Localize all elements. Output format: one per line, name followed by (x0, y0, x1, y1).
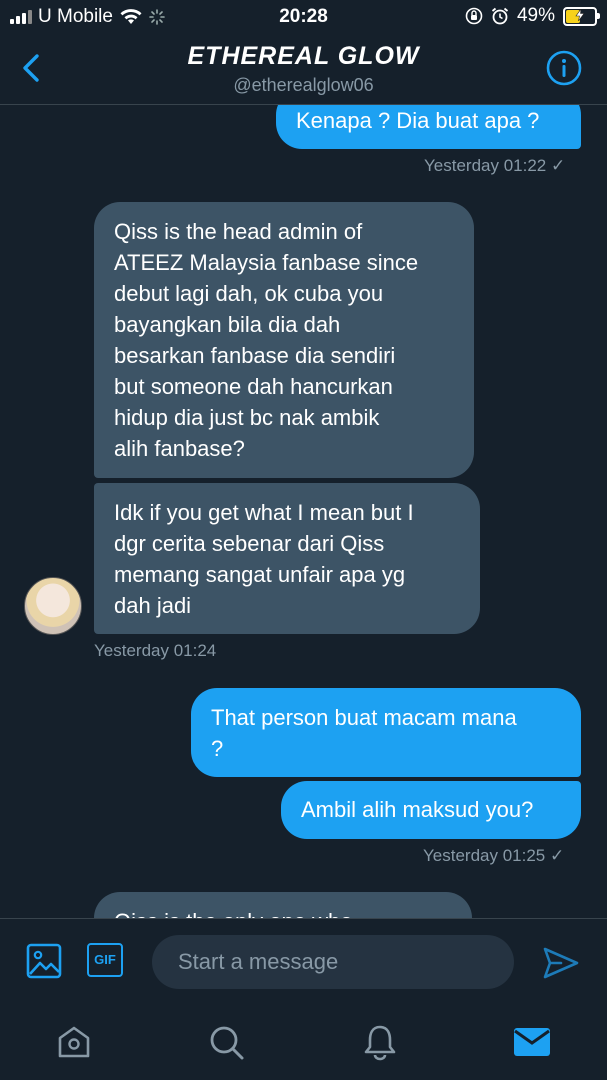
battery-charging-icon (563, 6, 600, 26)
bottom-tab-bar (0, 1008, 607, 1080)
status-bar: U Mobile 20:28 49% (0, 0, 607, 34)
message-line: dgr cerita sebenar dari Qiss (114, 531, 385, 556)
info-icon (546, 50, 582, 86)
conversation-title[interactable]: ETHEREAL GLOW (0, 42, 607, 71)
gif-label: GIF (94, 952, 116, 967)
message-timestamp: Yesterday 01:24 (94, 641, 217, 660)
message-line: ? (211, 736, 224, 761)
message-composer: GIF (0, 918, 607, 1009)
tab-notifications[interactable] (360, 1022, 400, 1062)
message-timestamp: Yesterday 01:25 ✓ (423, 846, 565, 865)
tab-messages[interactable] (513, 1022, 553, 1062)
message-line: hidup dia just bc nak ambik (114, 405, 380, 430)
message-line: Qiss is the head admin of (114, 219, 363, 244)
avatar[interactable] (24, 577, 82, 635)
image-icon (26, 943, 62, 979)
message-input[interactable] (152, 935, 514, 989)
message-bubble-outgoing[interactable]: That person buat macam mana ? (191, 688, 581, 777)
message-line: Kenapa ? Dia buat apa ? (296, 108, 540, 133)
status-right: 49% (465, 5, 600, 27)
send-button[interactable] (541, 943, 581, 983)
message-line: bayangkan bila dia dah (114, 312, 341, 337)
message-line: ATEEZ Malaysia fanbase since (114, 250, 419, 275)
add-image-button[interactable] (26, 943, 62, 979)
message-line: Ambil alih maksud you? (301, 797, 534, 822)
message-line: memang sangat unfair apa yg (114, 562, 406, 587)
orientation-lock-icon (465, 7, 483, 25)
message-bubble-outgoing[interactable]: Ambil alih maksud you? (281, 781, 581, 839)
message-line: That person buat macam mana (211, 705, 517, 730)
messages-icon (514, 1028, 550, 1056)
search-icon (210, 1026, 244, 1060)
conversation-header: ETHEREAL GLOW @etherealglow06 (0, 34, 607, 105)
battery-percent: 49% (516, 5, 555, 26)
message-bubble-incoming[interactable]: Qiss is the head admin of ATEEZ Malaysia… (94, 202, 474, 478)
alarm-icon (491, 7, 509, 25)
info-button[interactable] (545, 49, 583, 87)
message-line: dah jadi (114, 593, 192, 618)
dm-conversation-screen: U Mobile 20:28 49% ETHEREAL GLOW @ethere… (0, 0, 607, 1080)
notifications-icon (364, 1025, 396, 1061)
tab-home[interactable] (54, 1022, 94, 1062)
home-icon (58, 1026, 90, 1058)
message-bubble-incoming[interactable]: Idk if you get what I mean but I dgr cer… (94, 483, 480, 634)
gif-button[interactable]: GIF (87, 943, 123, 977)
message-bubble-outgoing[interactable]: Kenapa ? Dia buat apa ? (276, 105, 581, 149)
send-icon (543, 947, 579, 979)
message-line: but someone dah hancurkan (114, 374, 393, 399)
message-line: Idk if you get what I mean but I (114, 500, 414, 525)
message-timestamp: Yesterday 01:22 ✓ (424, 156, 566, 175)
conversation-handle: @etherealglow06 (233, 75, 374, 95)
message-line: debut lagi dah, ok cuba you (114, 281, 384, 306)
message-line: Qiss is the only one who (114, 906, 452, 918)
message-list[interactable]: Kenapa ? Dia buat apa ? Yesterday 01:22 … (0, 105, 607, 918)
tab-search[interactable] (206, 1022, 246, 1062)
message-line: alih fanbase? (114, 436, 245, 461)
message-bubble-incoming[interactable]: Qiss is the only one who (94, 892, 472, 918)
message-line: besarkan fanbase dia sendiri (114, 343, 396, 368)
